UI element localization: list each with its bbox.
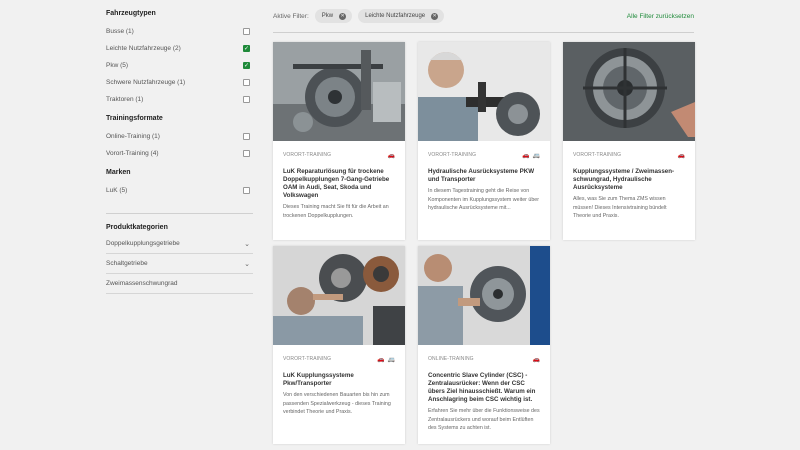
divider (273, 32, 694, 33)
car-icon: 🚗 (677, 152, 685, 159)
training-card[interactable]: VORORT-TRAINING 🚗 LuK Reparaturlösung für… (273, 42, 405, 240)
close-icon[interactable]: ✕ (339, 12, 347, 20)
filter-chip-pkw[interactable]: Pkw ✕ (314, 9, 353, 23)
car-icon: 🚗 (377, 356, 385, 363)
filter-label: LuK (5) (106, 187, 128, 194)
category-label: Schaltgetriebe (106, 260, 148, 267)
filter-pkw[interactable]: Pkw (5) ✓ (106, 57, 253, 74)
filter-label: Schwere Nutzfahrzeuge (1) (106, 79, 186, 86)
checkbox[interactable] (243, 133, 250, 140)
active-filters-label: Aktive Filter: (273, 12, 309, 20)
checkbox[interactable] (243, 28, 250, 35)
checkbox[interactable] (243, 187, 250, 194)
close-icon[interactable]: ✕ (431, 12, 439, 20)
brands-list: LuK (5) (106, 182, 253, 199)
training-card[interactable]: VORORT-TRAINING 🚗 Kupplungssysteme / Zwei… (563, 42, 695, 240)
filter-chip-leichte-nutzfahrzeuge[interactable]: Leichte Nutzfahrzeuge ✕ (358, 9, 445, 23)
filter-label: Traktoren (1) (106, 96, 144, 103)
card-title[interactable]: Hydraulische Ausrücksysteme PKW und Tran… (428, 168, 540, 184)
card-title[interactable]: LuK Reparaturlösung für trockene Doppelk… (283, 168, 395, 200)
card-title[interactable]: Kupplungssysteme / Zweimassen­schwungrad… (573, 168, 685, 192)
section-title-brands: Marken (106, 169, 131, 176)
training-card[interactable]: VORORT-TRAINING 🚗 🚐 LuK Kupplungssysteme P… (273, 246, 405, 444)
card-image-mechanic (418, 42, 550, 141)
section-title-categories: Produktkategorien (106, 224, 168, 231)
van-icon: 🚐 (387, 356, 395, 363)
training-card[interactable]: VORORT-TRAINING 🚗 🚐 Hydraulische Ausrücksy… (418, 42, 550, 240)
filter-vorort-training[interactable]: Vorort-Training (4) (106, 145, 253, 162)
checkbox-checked[interactable]: ✓ (243, 45, 250, 52)
card-description: Erfahren Sie mehr über die Funktionsweis… (428, 408, 540, 431)
car-icon: 🚗 (522, 152, 530, 159)
filter-label: Pkw (5) (106, 62, 129, 69)
filter-schwere-nutzfahrzeuge[interactable]: Schwere Nutzfahrzeuge (1) (106, 74, 253, 91)
category-schaltgetriebe[interactable]: Schaltgetriebe ⌄ (106, 254, 253, 274)
category-label: Doppelkupplungsgetriebe (106, 240, 180, 247)
card-description: Dieses Training macht Sie fit für die Ar… (283, 204, 389, 219)
car-icon: 🚗 (387, 152, 395, 159)
section-title-formats: Trainingsformate (106, 115, 163, 122)
checkbox[interactable] (243, 96, 250, 103)
card-description: Alles, was Sie zum Thema ZMS wissen müss… (573, 196, 667, 219)
reset-filters-link[interactable]: Alle Filter zurücksetzen (627, 13, 694, 20)
chevron-down-icon[interactable]: ⌄ (244, 260, 250, 268)
card-image-brake-service (273, 246, 405, 345)
chip-label: Leichte Nutzfahrzeuge (365, 13, 426, 19)
filter-online-training[interactable]: Online-Training (1) (106, 128, 253, 145)
section-title-vehicle-types: Fahrzeugtypen (106, 10, 156, 17)
checkbox[interactable] (243, 79, 250, 86)
card-image-flywheel (563, 42, 695, 141)
training-type: VORORT-TRAINING (428, 152, 477, 158)
divider (106, 213, 253, 214)
filter-leichte-nutzfahrzeuge[interactable]: Leichte Nutzfahrzeuge (2) ✓ (106, 40, 253, 57)
card-title[interactable]: Concentric Slave Cylinder (CSC) - Zen­tr… (428, 372, 540, 404)
training-type: ONLINE-TRAINING (428, 356, 474, 362)
card-image-clutch-workshop (418, 246, 550, 345)
training-card[interactable]: ONLINE-TRAINING 🚗 Concentric Slave Cylind… (418, 246, 550, 444)
card-description: Von den verschiedenen Bauarten bis hin z… (283, 392, 391, 415)
filter-busse[interactable]: Busse (1) (106, 23, 253, 40)
filter-traktoren[interactable]: Traktoren (1) (106, 91, 253, 108)
checkbox-checked[interactable]: ✓ (243, 62, 250, 69)
categories-list: Doppelkupplungsgetriebe ⌄ Schaltgetriebe ⌄… (106, 234, 253, 294)
car-icon: 🚗 (532, 356, 540, 363)
filter-label: Online-Training (1) (106, 133, 160, 140)
filter-label: Vorort-Training (4) (106, 150, 159, 157)
category-doppelkupplungsgetriebe[interactable]: Doppelkupplungsgetriebe ⌄ (106, 234, 253, 254)
card-title[interactable]: LuK Kupplungssysteme Pkw/Transporter (283, 372, 395, 388)
van-icon: 🚐 (532, 152, 540, 159)
filter-label: Leichte Nutzfahrzeuge (2) (106, 45, 181, 52)
training-type: VORORT-TRAINING (283, 356, 332, 362)
chip-label: Pkw (321, 13, 334, 19)
chevron-down-icon[interactable]: ⌄ (244, 240, 250, 248)
card-description: In diesem Tagestraining geht die Reise v… (428, 188, 539, 211)
filter-sidebar: Fahrzeugtypen Busse (1) Leichte Nutzfahr… (106, 0, 253, 294)
category-zweimassenschwungrad[interactable]: Zweimassenschwungrad (106, 274, 253, 294)
active-filters-bar: Aktive Filter: Pkw ✕ Leichte Nutzfahrzeug… (273, 8, 694, 24)
checkbox[interactable] (243, 150, 250, 157)
training-type: VORORT-TRAINING (573, 152, 622, 158)
formats-list: Online-Training (1) Vorort-Training (4) (106, 128, 253, 162)
category-label: Zweimassenschwungrad (106, 280, 178, 287)
filter-label: Busse (1) (106, 28, 134, 35)
vehicle-types-list: Busse (1) Leichte Nutzfahrzeuge (2) ✓ Pkw… (106, 23, 253, 108)
card-image-gearbox (273, 42, 405, 141)
training-type: VORORT-TRAINING (283, 152, 332, 158)
filter-luk[interactable]: LuK (5) (106, 182, 253, 199)
